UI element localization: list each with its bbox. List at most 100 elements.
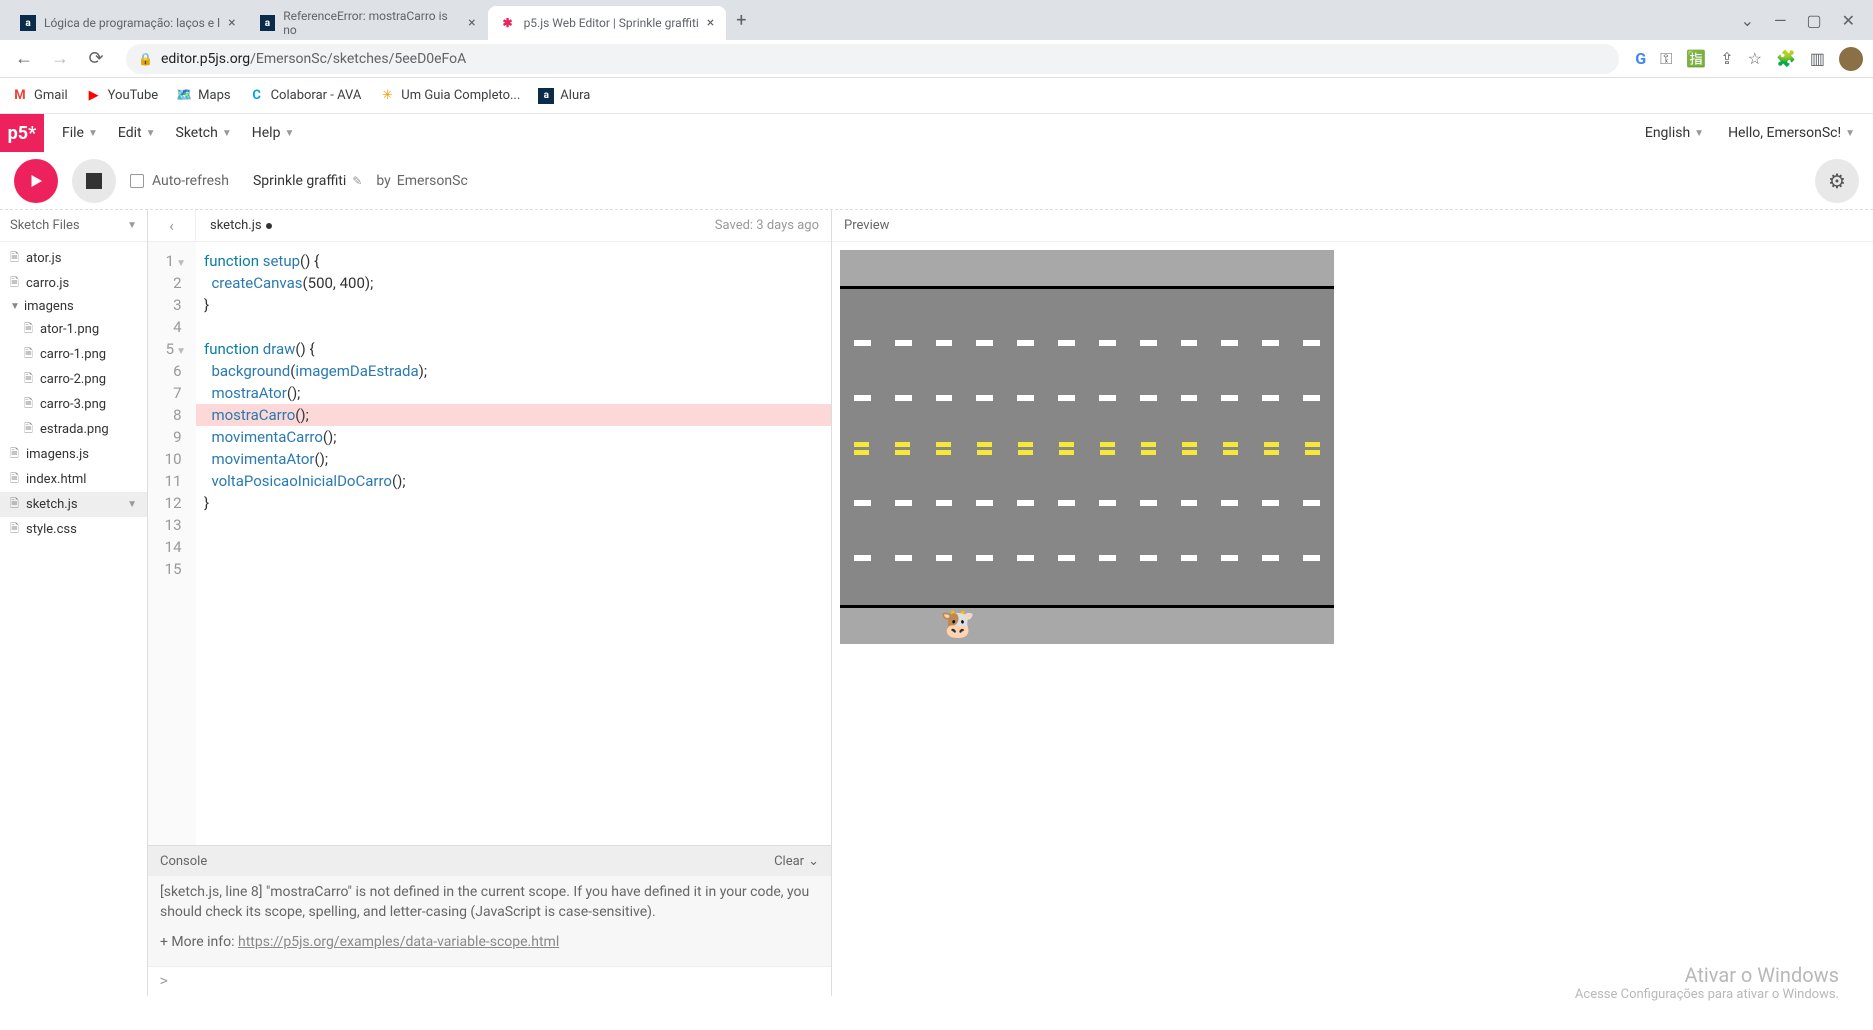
code-body[interactable]: function setup() { createCanvas(500, 400… bbox=[196, 242, 831, 845]
chevron-down-icon[interactable]: ▼ bbox=[127, 220, 137, 231]
auto-refresh-toggle[interactable]: Auto-refresh bbox=[130, 173, 229, 189]
pencil-icon[interactable]: ✎ bbox=[352, 174, 362, 188]
console-clear-button[interactable]: Clear ⌄ bbox=[774, 854, 819, 869]
google-icon[interactable]: G bbox=[1635, 49, 1646, 68]
sidebar-header[interactable]: Sketch Files ▼ bbox=[0, 210, 147, 242]
file-item[interactable]: 🗎ator-1.png bbox=[0, 317, 147, 342]
close-icon[interactable]: × bbox=[468, 15, 475, 31]
stop-icon bbox=[86, 173, 102, 189]
file-item[interactable]: 🗎carro-2.png bbox=[0, 367, 147, 392]
settings-button[interactable]: ⚙ bbox=[1815, 159, 1859, 203]
file-item[interactable]: 🗎carro-3.png bbox=[0, 392, 147, 417]
file-item[interactable]: 🗎ator.js bbox=[0, 246, 147, 271]
p5-logo[interactable]: p5* bbox=[0, 114, 44, 152]
file-item[interactable]: 🗎estrada.png bbox=[0, 417, 147, 442]
console-link[interactable]: https://p5js.org/examples/data-variable-… bbox=[238, 934, 559, 950]
bookmarks-bar: MGmail ▶YouTube 🗺️Maps CColaborar - AVA … bbox=[0, 78, 1873, 114]
url-input[interactable]: 🔒 editor.p5js.org/EmersonSc/sketches/5ee… bbox=[126, 44, 1619, 74]
stop-button[interactable] bbox=[72, 159, 116, 203]
file-icon: 🗎 bbox=[24, 420, 36, 439]
lane-dashes bbox=[854, 395, 1320, 401]
share-icon[interactable]: ⇪ bbox=[1720, 49, 1733, 68]
line-number: 5▼ bbox=[148, 338, 192, 360]
close-icon[interactable]: × bbox=[228, 15, 235, 31]
file-options-icon[interactable]: ▼ bbox=[127, 499, 137, 510]
code-editor[interactable]: 1▼2 3 4 5▼6 7 8 9 10 11 12 13 14 15 func… bbox=[148, 242, 831, 845]
bookmark-youtube[interactable]: ▶YouTube bbox=[86, 88, 159, 104]
browser-tab-active[interactable]: ✱ p5.js Web Editor | Sprinkle graffiti × bbox=[488, 6, 727, 40]
console-more-info: + More info: bbox=[160, 934, 238, 950]
file-item[interactable]: 🗎carro.js bbox=[0, 271, 147, 296]
menu-help[interactable]: Help▼ bbox=[252, 125, 295, 141]
key-icon[interactable]: ⚿ bbox=[1660, 49, 1672, 69]
line-gutter: 1▼2 3 4 5▼6 7 8 9 10 11 12 13 14 15 bbox=[148, 242, 196, 845]
road-edge-top bbox=[840, 250, 1334, 286]
line-number: 8 bbox=[148, 404, 192, 426]
reload-button[interactable]: ⟳ bbox=[82, 45, 110, 73]
checkbox-icon[interactable] bbox=[130, 174, 144, 188]
play-button[interactable] bbox=[14, 159, 58, 203]
close-icon[interactable]: × bbox=[707, 15, 714, 31]
file-tab[interactable]: sketch.js bbox=[196, 218, 286, 233]
forward-button[interactable]: → bbox=[46, 45, 74, 73]
file-icon: 🗎 bbox=[24, 345, 36, 364]
tabs-chevron-icon[interactable]: ⌄ bbox=[1741, 11, 1754, 30]
file-name: ator.js bbox=[26, 251, 61, 266]
bookmark-alura[interactable]: aAlura bbox=[538, 88, 590, 104]
line-number: 10 bbox=[148, 448, 192, 470]
window-close-icon[interactable]: ✕ bbox=[1842, 11, 1855, 30]
road-border bbox=[840, 286, 1334, 289]
bookmark-gmail[interactable]: MGmail bbox=[12, 88, 68, 104]
play-icon bbox=[27, 172, 45, 190]
maximize-icon[interactable]: ▢ bbox=[1806, 11, 1821, 30]
lane-center-yellow bbox=[854, 450, 1320, 456]
file-name: sketch.js bbox=[26, 497, 78, 512]
menu-file[interactable]: File▼ bbox=[62, 125, 98, 141]
console-input[interactable]: > bbox=[148, 966, 831, 996]
file-icon: 🗎 bbox=[10, 470, 22, 489]
new-tab-button[interactable]: + bbox=[726, 10, 756, 31]
canvas-container: 🐮 bbox=[832, 242, 1873, 652]
file-item[interactable]: 🗎 imagens.js bbox=[0, 442, 147, 467]
lock-icon: 🔒 bbox=[138, 52, 153, 66]
menu-sketch[interactable]: Sketch▼ bbox=[176, 125, 232, 141]
folder-item[interactable]: ▼ imagens bbox=[0, 296, 147, 317]
bookmark-colaborar[interactable]: CColaborar - AVA bbox=[249, 88, 362, 104]
collapse-sidebar-button[interactable]: ‹ bbox=[148, 210, 196, 242]
console-output[interactable]: [sketch.js, line 8] "mostraCarro" is not… bbox=[148, 876, 831, 966]
translate-icon[interactable]: 🈯 bbox=[1686, 49, 1706, 68]
actor-cow-icon: 🐮 bbox=[940, 607, 975, 640]
file-item[interactable]: 🗎index.html bbox=[0, 467, 147, 492]
file-name: imagens bbox=[24, 299, 74, 314]
file-tree: 🗎ator.js🗎carro.js▼imagens🗎ator-1.png🗎car… bbox=[0, 242, 147, 546]
back-button[interactable]: ← bbox=[10, 45, 38, 73]
user-menu[interactable]: Hello, EmersonSc!▼ bbox=[1728, 125, 1855, 141]
folder-arrow-icon: ▼ bbox=[10, 301, 20, 312]
file-name: carro-1.png bbox=[40, 347, 106, 362]
file-icon: 🗎 bbox=[10, 274, 22, 293]
lane-center-yellow bbox=[854, 442, 1320, 448]
file-item[interactable]: 🗎style.css bbox=[0, 517, 147, 542]
file-name: ator-1.png bbox=[40, 322, 99, 337]
profile-avatar[interactable] bbox=[1839, 47, 1863, 71]
language-selector[interactable]: English▼ bbox=[1645, 125, 1704, 141]
browser-tab[interactable]: a ReferenceError: mostraCarro is no × bbox=[248, 6, 488, 40]
file-item[interactable]: 🗎 carro-1.png bbox=[0, 342, 147, 367]
menu-edit[interactable]: Edit▼ bbox=[118, 125, 156, 141]
file-icon: 🗎 bbox=[10, 445, 22, 464]
saved-status: Saved: 3 days ago bbox=[715, 218, 831, 233]
star-icon[interactable]: ☆ bbox=[1748, 49, 1762, 68]
browser-tab[interactable]: a Lógica de programação: laços e l × bbox=[8, 6, 248, 40]
lane-dashes bbox=[854, 500, 1320, 506]
minimize-icon[interactable]: — bbox=[1774, 11, 1787, 30]
bookmark-guia[interactable]: ✳Um Guia Completo... bbox=[379, 88, 520, 104]
file-item[interactable]: 🗎sketch.js▼ bbox=[0, 492, 147, 517]
extensions-icon[interactable]: 🧩 bbox=[1776, 49, 1796, 68]
sketch-canvas[interactable]: 🐮 bbox=[840, 250, 1334, 644]
favicon: ✱ bbox=[500, 15, 516, 31]
p5-header: p5* File▼ Edit▼ Sketch▼ Help▼ English▼ H… bbox=[0, 114, 1873, 152]
file-name: imagens.js bbox=[26, 447, 89, 462]
sidepanel-icon[interactable]: ▥ bbox=[1810, 49, 1825, 68]
console-header: Console Clear ⌄ bbox=[148, 846, 831, 876]
bookmark-maps[interactable]: 🗺️Maps bbox=[176, 88, 230, 104]
